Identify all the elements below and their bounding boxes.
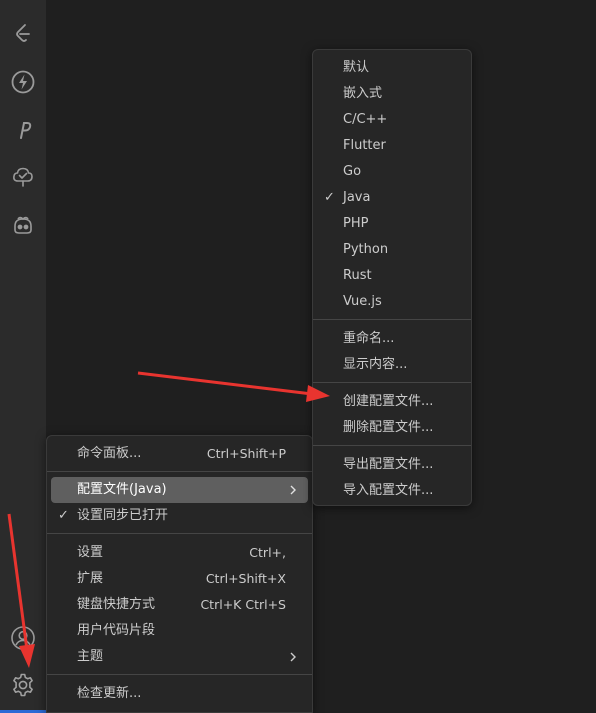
shortcut-label: Ctrl+Shift+P: [206, 446, 286, 461]
menu-item-show-contents[interactable]: 显示内容...: [317, 352, 467, 378]
p-icon[interactable]: [7, 114, 39, 146]
profile-item-php[interactable]: PHP: [317, 211, 467, 237]
menu-item-label: Go: [343, 164, 362, 179]
menu-item-label: 默认: [343, 60, 370, 75]
menu-item-keyboard-shortcuts[interactable]: 键盘快捷方式 Ctrl+K Ctrl+S: [51, 592, 308, 618]
menu-item-extensions[interactable]: 扩展 Ctrl+Shift+X: [51, 566, 308, 592]
profile-item-cpp[interactable]: C/C++: [317, 107, 467, 133]
profile-item-go[interactable]: Go: [317, 159, 467, 185]
menu-item-label: Java: [343, 190, 371, 205]
menu-item-label: 扩展: [77, 571, 104, 586]
shortcut-label: Ctrl+K Ctrl+S: [200, 597, 286, 612]
menu-item-label: 创建配置文件...: [343, 394, 434, 409]
menu-item-profiles[interactable]: 配置文件(Java): [51, 477, 308, 503]
menu-item-label: 导出配置文件...: [343, 457, 434, 472]
leetcode-icon[interactable]: [7, 18, 39, 50]
menu-item-delete-profile[interactable]: 删除配置文件...: [317, 415, 467, 441]
menu-item-check-updates[interactable]: 检查更新...: [51, 681, 308, 707]
manage-menu: 命令面板... Ctrl+Shift+P 配置文件(Java) ✓ 设置同步已打…: [46, 435, 313, 713]
menu-item-label: 显示内容...: [343, 357, 408, 372]
copilot-icon[interactable]: [7, 210, 39, 242]
menu-separator: [47, 471, 312, 472]
menu-item-label: Rust: [343, 268, 372, 283]
menu-item-label: 用户代码片段: [77, 623, 156, 638]
menu-separator: [313, 319, 471, 320]
menu-item-label: 设置同步已打开: [77, 508, 169, 523]
menu-item-label: 重命名...: [343, 331, 395, 346]
shortcut-label: Ctrl+,: [249, 545, 286, 560]
menu-item-settings[interactable]: 设置 Ctrl+,: [51, 540, 308, 566]
profile-item-embedded[interactable]: 嵌入式: [317, 81, 467, 107]
profile-item-vuejs[interactable]: Vue.js: [317, 289, 467, 315]
profile-item-python[interactable]: Python: [317, 237, 467, 263]
menu-item-export-profile[interactable]: 导出配置文件...: [317, 452, 467, 478]
menu-item-command-palette[interactable]: 命令面板... Ctrl+Shift+P: [51, 441, 308, 467]
menu-item-label: 删除配置文件...: [343, 420, 434, 435]
menu-item-label: 检查更新...: [77, 686, 142, 701]
menu-separator: [313, 445, 471, 446]
menu-item-label: 配置文件(Java): [77, 482, 167, 497]
menu-item-themes[interactable]: 主题: [51, 644, 308, 670]
menu-separator: [47, 674, 312, 675]
profile-item-flutter[interactable]: Flutter: [317, 133, 467, 159]
profile-item-rust[interactable]: Rust: [317, 263, 467, 289]
menu-item-settings-sync[interactable]: ✓ 设置同步已打开: [51, 503, 308, 529]
menu-item-label: 命令面板...: [77, 446, 142, 461]
menu-item-label: PHP: [343, 216, 369, 231]
gear-icon[interactable]: [7, 669, 39, 701]
menu-item-label: Vue.js: [343, 294, 382, 309]
activity-bar: [0, 0, 46, 713]
tree-check-icon[interactable]: [7, 162, 39, 194]
menu-item-rename[interactable]: 重命名...: [317, 326, 467, 352]
check-icon: ✓: [324, 190, 335, 205]
menu-item-import-profile[interactable]: 导入配置文件...: [317, 478, 467, 504]
menu-item-label: Flutter: [343, 138, 386, 153]
menu-separator: [47, 533, 312, 534]
profiles-submenu: 默认 嵌入式 C/C++ Flutter Go ✓ Java PHP Pytho…: [312, 49, 472, 506]
shortcut-label: Ctrl+Shift+X: [205, 571, 286, 586]
menu-item-label: 主题: [77, 649, 104, 664]
menu-item-label: 键盘快捷方式: [77, 597, 156, 612]
profile-item-default[interactable]: 默认: [317, 55, 467, 81]
menu-item-user-snippets[interactable]: 用户代码片段: [51, 618, 308, 644]
profile-item-java[interactable]: ✓ Java: [317, 185, 467, 211]
menu-item-label: C/C++: [343, 112, 388, 127]
check-icon: ✓: [58, 508, 69, 523]
menu-item-label: 设置: [77, 545, 104, 560]
menu-item-create-profile[interactable]: 创建配置文件...: [317, 389, 467, 415]
menu-item-label: Python: [343, 242, 389, 257]
menu-separator: [313, 382, 471, 383]
lightning-icon[interactable]: [7, 66, 39, 98]
account-icon[interactable]: [7, 622, 39, 654]
menu-item-label: 嵌入式: [343, 86, 383, 101]
menu-item-label: 导入配置文件...: [343, 483, 434, 498]
